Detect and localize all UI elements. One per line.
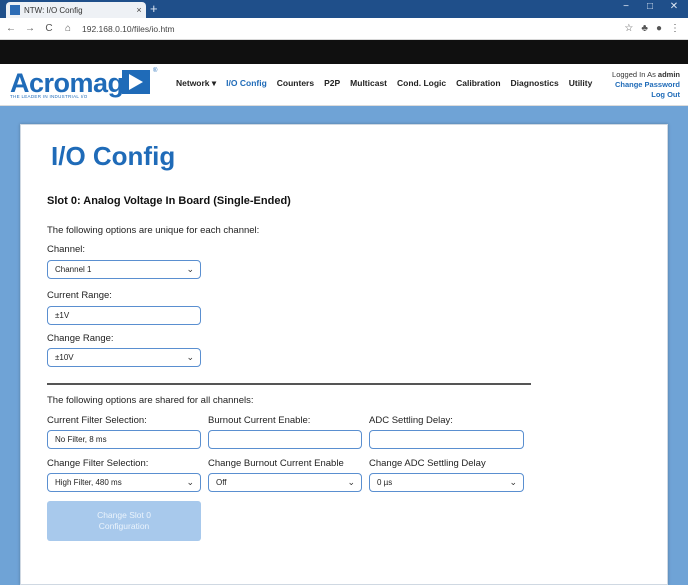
browser-tabstrip: NTW: I/O Config × + − □ ✕ — [0, 0, 688, 18]
change-adc-select[interactable]: 0 µs ⌄ — [369, 473, 524, 492]
logo-tagline: THE LEADER IN INDUSTRIAL I/O — [10, 94, 88, 99]
change-adc-value: 0 µs — [377, 478, 393, 487]
logout-link[interactable]: Log Out — [612, 90, 680, 100]
channel-label: Channel: — [47, 244, 86, 255]
nav-io-config[interactable]: I/O Config — [226, 78, 267, 89]
logged-in-as: Logged In As admin — [612, 70, 680, 80]
channel-select-value: Channel 1 — [55, 265, 92, 274]
toolbar-icons: ☆ ♣ ● ⋮ — [624, 23, 680, 34]
browser-toolbar: ← → C ⌂ 192.168.0.10/files/io.htm ☆ ♣ ● … — [0, 18, 688, 40]
nav-utility[interactable]: Utility — [569, 78, 593, 89]
current-range-value: ±1V — [55, 311, 70, 320]
adc-settling-label: ADC Settling Delay: — [369, 415, 453, 426]
home-icon[interactable]: ⌂ — [60, 23, 76, 34]
burnout-current-field — [208, 430, 362, 449]
menu-icon[interactable]: ⋮ — [670, 23, 680, 34]
chevron-down-icon: ⌄ — [509, 477, 517, 487]
minimize-icon[interactable]: − — [616, 1, 636, 12]
forward-icon[interactable]: → — [22, 23, 38, 34]
close-window-icon[interactable]: ✕ — [664, 1, 684, 12]
tab-title: NTW: I/O Config — [24, 5, 83, 15]
nav-cond-logic[interactable]: Cond. Logic — [397, 78, 446, 89]
unique-options-note: The following options are unique for eac… — [47, 225, 260, 236]
chevron-down-icon: ⌄ — [186, 477, 194, 487]
login-panel: Logged In As admin Change Password Log O… — [612, 70, 680, 100]
channel-select[interactable]: Channel 1 ⌄ — [47, 260, 201, 279]
change-slot-config-button[interactable]: Change Slot 0 Configuration — [47, 501, 201, 541]
main-nav: Network ▾ I/O Config Counters P2P Multic… — [176, 78, 592, 89]
profile-icon[interactable]: ● — [656, 23, 662, 34]
site-favicon-icon — [10, 5, 20, 15]
nav-calibration[interactable]: Calibration — [456, 78, 500, 89]
change-filter-label: Change Filter Selection: — [47, 458, 149, 469]
browser-tab[interactable]: NTW: I/O Config × — [6, 2, 146, 18]
current-filter-label: Current Filter Selection: — [47, 415, 147, 426]
reload-icon[interactable]: C — [41, 23, 57, 34]
change-adc-label: Change ADC Settling Delay — [369, 458, 486, 469]
new-tab-icon[interactable]: + — [150, 1, 158, 16]
site-header: Acromag ® THE LEADER IN INDUSTRIAL I/O N… — [0, 64, 688, 106]
logged-in-prefix: Logged In As — [612, 70, 658, 79]
current-range-label: Current Range: — [47, 290, 112, 301]
current-filter-value: No Filter, 8 ms — [55, 435, 107, 444]
change-filter-value: High Filter, 480 ms — [55, 478, 122, 487]
registered-mark: ® — [153, 68, 158, 74]
close-tab-icon[interactable]: × — [132, 5, 146, 15]
maximize-icon[interactable]: □ — [640, 1, 660, 12]
slot-title: Slot 0: Analog Voltage In Board (Single-… — [47, 195, 291, 207]
back-icon[interactable]: ← — [3, 23, 19, 34]
change-burnout-label: Change Burnout Current Enable — [208, 458, 344, 469]
io-config-card: I/O Config Slot 0: Analog Voltage In Boa… — [20, 124, 668, 585]
nav-counters[interactable]: Counters — [277, 78, 314, 89]
nav-network[interactable]: Network ▾ — [176, 78, 216, 89]
nav-p2p[interactable]: P2P — [324, 78, 340, 89]
logged-in-user: admin — [657, 70, 680, 79]
change-range-value: ±10V — [55, 353, 74, 362]
shared-options-note: The following options are shared for all… — [47, 395, 254, 406]
nav-diagnostics[interactable]: Diagnostics — [511, 78, 559, 89]
chevron-down-icon: ⌄ — [186, 264, 194, 274]
change-range-label: Change Range: — [47, 333, 114, 344]
change-range-select[interactable]: ±10V ⌄ — [47, 348, 201, 367]
logo-arrow-icon — [122, 70, 150, 94]
change-burnout-value: Off — [216, 478, 227, 487]
current-filter-field: No Filter, 8 ms — [47, 430, 201, 449]
header-top-strip — [0, 40, 688, 64]
extensions-icon[interactable]: ♣ — [641, 23, 648, 34]
change-password-link[interactable]: Change Password — [612, 80, 680, 90]
burnout-current-label: Burnout Current Enable: — [208, 415, 311, 426]
adc-settling-field — [369, 430, 524, 449]
nav-multicast[interactable]: Multicast — [350, 78, 387, 89]
chevron-down-icon: ⌄ — [186, 352, 194, 362]
chevron-down-icon: ⌄ — [347, 477, 355, 487]
current-range-field: ±1V — [47, 306, 201, 325]
address-bar[interactable]: 192.168.0.10/files/io.htm — [82, 24, 624, 34]
bookmark-icon[interactable]: ☆ — [624, 23, 633, 34]
section-divider — [47, 383, 531, 385]
page-title: I/O Config — [51, 141, 176, 171]
change-burnout-select[interactable]: Off ⌄ — [208, 473, 362, 492]
change-filter-select[interactable]: High Filter, 480 ms ⌄ — [47, 473, 201, 492]
